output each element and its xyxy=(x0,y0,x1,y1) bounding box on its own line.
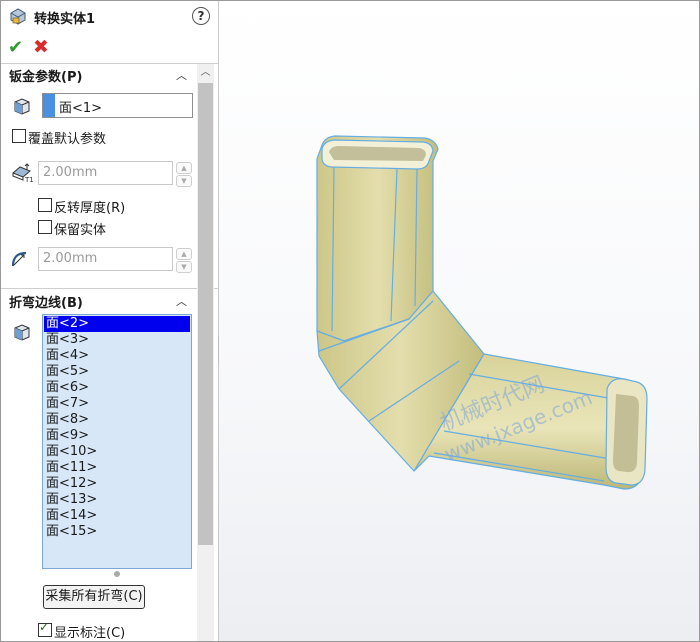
close-icon[interactable]: ✖ xyxy=(33,36,49,58)
fixed-face-field[interactable]: 面<1> xyxy=(42,93,193,118)
stepper-down-icon[interactable]: ▼ xyxy=(176,261,192,273)
list-item[interactable]: 面<2> xyxy=(44,316,190,332)
svg-text:T1: T1 xyxy=(24,176,34,183)
bend-edges-header[interactable]: 折弯边线(B) ︿ xyxy=(1,289,196,311)
panel-titlebar: 转换实体1 ? xyxy=(1,1,218,31)
list-item[interactable]: 面<3> xyxy=(44,332,190,348)
question-circle-icon[interactable]: ? xyxy=(192,7,210,25)
keep-body-label: 保留实体 xyxy=(54,223,107,238)
bend-edges-list[interactable]: 面<2> 面<3> 面<4> 面<5> 面<6> 面<7> 面<8> 面<9> … xyxy=(42,314,192,569)
list-item[interactable]: 面<13> xyxy=(44,492,190,508)
keep-body-checkbox[interactable] xyxy=(38,220,52,234)
reverse-thickness-label: 反转厚度(R) xyxy=(54,201,126,216)
chevron-up-icon[interactable]: ︿ xyxy=(176,67,187,83)
group-title: 折弯边线(B) xyxy=(9,296,83,311)
stepper-up-icon[interactable]: ▲ xyxy=(176,162,192,174)
graphics-viewport[interactable]: 机械时代网 www.jxage.com xyxy=(219,1,699,641)
list-item[interactable]: 面<6> xyxy=(44,380,190,396)
check-icon[interactable]: ✔ xyxy=(8,37,23,58)
bend-radius-value: 2.00mm xyxy=(43,251,98,266)
thickness-stepper[interactable]: ▲ ▼ xyxy=(176,162,192,187)
list-item[interactable]: 面<11> xyxy=(44,460,190,476)
list-item[interactable]: 面<7> xyxy=(44,396,190,412)
convert-solid-icon xyxy=(8,6,28,30)
bend-radius-stepper[interactable]: ▲ ▼ xyxy=(176,248,192,273)
list-item[interactable]: 面<10> xyxy=(44,444,190,460)
group-title: 钣金参数(P) xyxy=(9,70,83,85)
reverse-thickness-checkbox[interactable] xyxy=(38,198,52,212)
thickness-input[interactable]: 2.00mm xyxy=(38,161,173,185)
face-selection-icon xyxy=(12,96,32,120)
list-resize-handle[interactable] xyxy=(114,571,120,577)
scroll-up-icon[interactable]: ︿ xyxy=(197,64,214,82)
list-item[interactable]: 面<5> xyxy=(44,364,190,380)
selection-color-swatch xyxy=(43,94,55,117)
list-item[interactable]: 面<8> xyxy=(44,412,190,428)
panel-title: 转换实体1 xyxy=(34,12,96,27)
bent-tube-model[interactable]: 机械时代网 www.jxage.com xyxy=(219,1,699,641)
chevron-up-icon[interactable]: ︿ xyxy=(176,293,187,309)
bend-radius-icon xyxy=(10,248,32,272)
sheet-metal-params-header[interactable]: 钣金参数(P) ︿ xyxy=(1,63,196,85)
list-item[interactable]: 面<12> xyxy=(44,476,190,492)
list-item[interactable]: 面<14> xyxy=(44,508,190,524)
list-item[interactable]: 面<4> xyxy=(44,348,190,364)
stepper-up-icon[interactable]: ▲ xyxy=(176,248,192,260)
bend-radius-input[interactable]: 2.00mm xyxy=(38,247,173,271)
property-manager: 转换实体1 ? ✔ ✖ 钣金参数(P) ︿ 面<1> 覆盖默认参数 T1 2.0… xyxy=(1,1,219,641)
collect-all-bends-button[interactable]: 采集所有折弯(C) xyxy=(43,585,145,609)
list-item[interactable]: 面<15> xyxy=(44,524,190,540)
thickness-value: 2.00mm xyxy=(43,165,98,180)
show-callouts-checkbox[interactable] xyxy=(38,620,52,637)
override-defaults-label: 覆盖默认参数 xyxy=(28,132,107,147)
fixed-face-value: 面<1> xyxy=(59,101,103,116)
show-callouts-label: 显示标注(C) xyxy=(54,626,126,641)
stepper-down-icon[interactable]: ▼ xyxy=(176,175,192,187)
thickness-icon: T1 xyxy=(10,161,34,187)
override-defaults-checkbox[interactable] xyxy=(12,129,26,143)
scrollbar-thumb[interactable] xyxy=(198,83,213,545)
face-selection-icon xyxy=(12,322,32,346)
list-item[interactable]: 面<9> xyxy=(44,428,190,444)
